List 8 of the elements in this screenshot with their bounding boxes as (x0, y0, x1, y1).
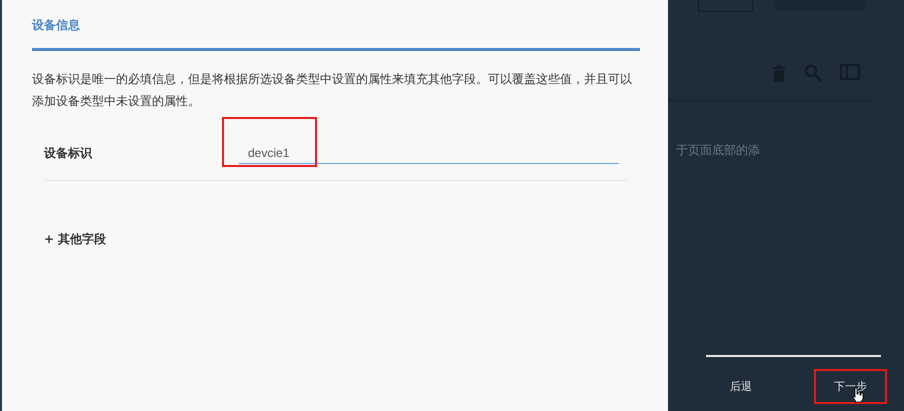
dialog-title: 设备信息 (32, 17, 80, 34)
field-label: 设备标识 (44, 144, 94, 162)
next-button[interactable]: 下一步 (814, 369, 887, 404)
description-text: 设备标识是唯一的必填信息，但是将根据所选设备类型中设置的属性来填充其他字段。可以覆盖这些值，并且可以添加设备类型中未设置的属性。 (32, 71, 633, 110)
input-field[interactable]: devcie1 (239, 142, 619, 164)
background-text: 于页面底部的添 (676, 142, 761, 159)
add-fields-link[interactable]: + 其他字段 (44, 231, 106, 248)
back-button[interactable]: 后退 (710, 369, 772, 404)
